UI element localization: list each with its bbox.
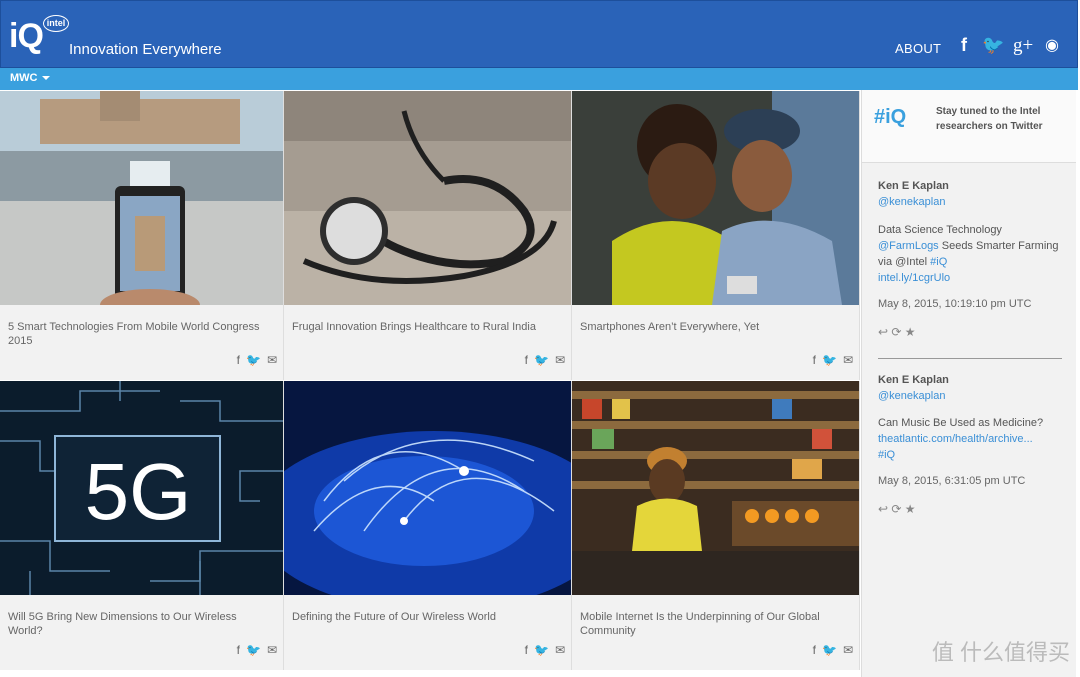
article-title[interactable]: Smartphones Aren’t Everywhere, Yet (580, 320, 849, 334)
googleplus-icon[interactable]: g+ (1013, 35, 1033, 57)
share-bar: f 🐦 ✉ (519, 353, 565, 367)
twitter-icon[interactable]: 🐦 (982, 35, 1004, 56)
article-title[interactable]: Will 5G Bring New Dimensions to Our Wire… (8, 610, 273, 638)
article-image-smartphones[interactable] (572, 91, 859, 305)
svg-text:5G: 5G (85, 447, 192, 536)
article-card[interactable]: Frugal Innovation Brings Healthcare to R… (284, 91, 572, 380)
tweet-text: Can Music Be Used as Medicine? (878, 417, 1044, 429)
twitter-sidebar: #iQ Stay tuned to the Intel researchers … (861, 90, 1076, 677)
tweet: Ken E Kaplan @kenekaplan Can Music Be Us… (878, 372, 1062, 517)
email-icon[interactable]: ✉ (843, 353, 853, 367)
tweet-handle[interactable]: @kenekaplan (878, 388, 1062, 404)
tweet-mention-link[interactable]: @FarmLogs (878, 240, 939, 252)
article-card[interactable]: 5 Smart Technologies From Mobile World C… (0, 91, 284, 380)
article-image-mobile-internet[interactable] (572, 381, 859, 595)
article-image-wireless-world[interactable] (284, 381, 571, 595)
sidebar-header: #iQ Stay tuned to the Intel researchers … (862, 90, 1076, 163)
twitter-icon[interactable]: 🐦 (534, 353, 549, 367)
tweet-divider (878, 358, 1062, 359)
tweet-timestamp[interactable]: May 8, 2015, 10:19:10 pm UTC (878, 296, 1062, 312)
article-card[interactable]: Smartphones Aren’t Everywhere, Yet f 🐦 ✉ (572, 91, 860, 380)
tweet-url-link[interactable]: intel.ly/1cgrUlo (878, 272, 950, 284)
tweet-body: Can Music Be Used as Medicine? theatlanti… (878, 415, 1062, 463)
twitter-icon[interactable]: 🐦 (246, 353, 261, 367)
facebook-icon[interactable]: f (237, 643, 240, 657)
tweet-author: Ken E Kaplan (878, 374, 949, 386)
email-icon[interactable]: ✉ (267, 643, 277, 657)
article-image-5g[interactable]: 5G (0, 381, 283, 595)
hashtag-heading[interactable]: #iQ (874, 106, 906, 129)
email-icon[interactable]: ✉ (843, 643, 853, 657)
mwc-dropdown[interactable]: MWC (10, 72, 50, 84)
tweet-hashtag-link[interactable]: #iQ (930, 256, 947, 268)
email-icon[interactable]: ✉ (555, 353, 565, 367)
email-icon[interactable]: ✉ (555, 643, 565, 657)
article-card[interactable]: Mobile Internet Is the Underpinning of O… (572, 381, 860, 670)
facebook-icon[interactable]: f (813, 643, 816, 657)
facebook-icon[interactable]: f (237, 353, 240, 367)
tweet-text: Data Science Technology (878, 224, 1002, 236)
article-image-mwc[interactable] (0, 91, 283, 305)
watermark: 值 什么值得买 (931, 640, 1070, 665)
article-image-stethoscope[interactable] (284, 91, 571, 305)
sub-navigation: MWC (0, 68, 1078, 90)
intel-badge: intel (43, 15, 69, 32)
article-card[interactable]: Defining the Future of Our Wireless Worl… (284, 381, 572, 670)
tweet-handle[interactable]: @kenekaplan (878, 194, 1062, 210)
tweet-actions[interactable]: ↩ ⟳ ★ (878, 501, 1062, 517)
tweet-actions[interactable]: ↩ ⟳ ★ (878, 324, 1062, 340)
share-bar: f 🐦 ✉ (231, 353, 277, 367)
email-icon[interactable]: ✉ (267, 353, 277, 367)
iq-logo[interactable]: iQ intel (9, 11, 69, 61)
facebook-icon[interactable]: f (813, 353, 816, 367)
site-header: iQ intel Innovation Everywhere ABOUT f 🐦… (0, 0, 1078, 68)
tweet-body: Data Science Technology @FarmLogs Seeds … (878, 222, 1062, 286)
twitter-icon[interactable]: 🐦 (534, 643, 549, 657)
article-title[interactable]: Mobile Internet Is the Underpinning of O… (580, 610, 849, 638)
tweet-author: Ken E Kaplan (878, 180, 949, 192)
facebook-icon[interactable]: f (961, 35, 967, 56)
share-bar: f 🐦 ✉ (231, 643, 277, 657)
rss-icon[interactable]: ◉ (1045, 35, 1059, 55)
tweet-timestamp[interactable]: May 8, 2015, 6:31:05 pm UTC (878, 473, 1062, 489)
facebook-icon[interactable]: f (525, 353, 528, 367)
share-bar: f 🐦 ✉ (807, 643, 853, 657)
caret-down-icon (41, 76, 50, 81)
tweet-hashtag-link[interactable]: #iQ (878, 449, 895, 461)
mwc-label: MWC (10, 72, 38, 84)
article-title[interactable]: 5 Smart Technologies From Mobile World C… (8, 320, 273, 348)
tweet: Ken E Kaplan @kenekaplan Data Science Te… (878, 178, 1062, 340)
sidebar-tagline: Stay tuned to the Intel researchers on T… (936, 106, 1043, 132)
facebook-icon[interactable]: f (525, 643, 528, 657)
article-title[interactable]: Frugal Innovation Brings Healthcare to R… (292, 320, 561, 334)
twitter-icon[interactable]: 🐦 (822, 643, 837, 657)
share-bar: f 🐦 ✉ (807, 353, 853, 367)
about-link[interactable]: ABOUT (895, 41, 941, 56)
article-card[interactable]: 5G Will 5G Bring New Dimensions to Our W… (0, 381, 284, 670)
site-tagline: Innovation Everywhere (69, 41, 222, 58)
twitter-icon[interactable]: 🐦 (246, 643, 261, 657)
article-title[interactable]: Defining the Future of Our Wireless Worl… (292, 610, 561, 624)
logo-iq-text: iQ (9, 17, 44, 55)
tweet-url-link[interactable]: theatlantic.com/health/archive... (878, 433, 1033, 445)
share-bar: f 🐦 ✉ (519, 643, 565, 657)
twitter-icon[interactable]: 🐦 (822, 353, 837, 367)
